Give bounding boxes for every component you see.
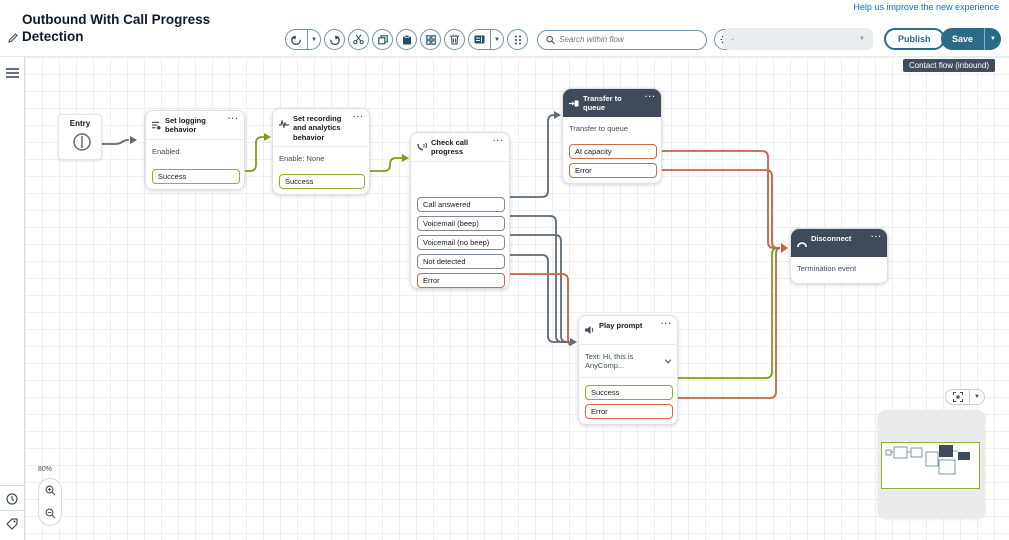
entry-node[interactable]: Entry [58, 114, 102, 160]
block-title: Play prompt [599, 321, 643, 330]
block-transfer-to-queue[interactable]: Transfer to queue ··· Transfer to queue … [562, 88, 662, 184]
speaker-icon [585, 322, 595, 340]
save-menu-caret[interactable]: ▼ [984, 28, 1002, 50]
disconnect-phone-icon [797, 235, 807, 253]
publish-button[interactable]: Publish [884, 28, 945, 50]
block-title: Transfer to queue [583, 94, 622, 113]
title-wrap: Outbound With Call Progress Detection [8, 12, 252, 46]
flow-type-badge: Contact flow (inbound) [902, 59, 995, 72]
toolbar: ▼ ▼ Search within flow [285, 29, 750, 50]
block-transfer-to-queue-header[interactable]: Transfer to queue ··· [563, 89, 661, 117]
block-set-recording-header[interactable]: Set recording and analytics behavior ··· [273, 109, 369, 148]
block-disconnect[interactable]: Disconnect ··· Termination event [790, 228, 888, 284]
minimap-viewport[interactable] [881, 442, 980, 489]
drag-handle-button[interactable] [507, 29, 528, 50]
port-at-capacity[interactable]: At capacity [569, 144, 657, 159]
app-header: Help us improve the new experience Outbo… [0, 0, 1009, 57]
arrange-grid-button[interactable] [420, 29, 441, 50]
analytics-icon [279, 115, 289, 133]
panel-toggle-button[interactable] [469, 30, 490, 49]
block-body-text: Termination event [797, 264, 857, 273]
rail-divider [0, 510, 25, 511]
fit-view-button[interactable] [946, 390, 969, 404]
block-set-logging-header[interactable]: Set logging behavior ··· [146, 111, 244, 140]
block-title: Set recording and analytics behavior [293, 114, 342, 142]
version-select-value: - [731, 34, 734, 44]
block-set-logging[interactable]: Set logging behavior ··· Enabled Success [145, 110, 245, 190]
block-menu-button[interactable]: ··· [871, 233, 882, 241]
block-body-text: Enable: None [279, 154, 325, 164]
block-body-text: Enabled [152, 147, 180, 156]
history-clock-icon[interactable] [6, 492, 18, 510]
block-disconnect-header[interactable]: Disconnect ··· [791, 229, 887, 257]
port-call-answered[interactable]: Call answered [417, 197, 505, 212]
undo-menu-caret[interactable]: ▼ [307, 30, 320, 49]
left-rail [0, 57, 25, 540]
minimap-menu-caret[interactable]: ▼ [969, 390, 984, 404]
zoom-out-button[interactable] [45, 508, 56, 519]
block-title: Check call progress [431, 138, 469, 157]
panel-toggle-control: ▼ [468, 29, 504, 50]
block-menu-button[interactable]: ··· [493, 137, 504, 145]
tag-icon[interactable] [6, 517, 18, 535]
copy-button[interactable] [372, 29, 393, 50]
redo-button[interactable] [324, 29, 345, 50]
block-menu-button[interactable]: ··· [661, 320, 672, 328]
edit-title-pencil-icon[interactable] [8, 30, 18, 48]
panel-menu-caret[interactable]: ▼ [490, 30, 503, 49]
delete-trash-button[interactable] [444, 29, 465, 50]
block-play-prompt-header[interactable]: Play prompt ··· [579, 316, 677, 345]
port-voicemail-no-beep[interactable]: Voicemail (no beep) [417, 235, 505, 250]
port-error[interactable]: Error [585, 404, 673, 419]
hamburger-menu-icon[interactable] [6, 65, 19, 83]
undo-button[interactable] [286, 30, 307, 49]
block-title: Disconnect [811, 234, 852, 243]
save-control: Save ▼ [941, 28, 1002, 50]
set-logging-icon [152, 117, 161, 135]
transfer-queue-icon [569, 95, 579, 113]
block-set-recording[interactable]: Set recording and analytics behavior ···… [272, 108, 370, 196]
cut-scissors-button[interactable] [348, 29, 369, 50]
block-play-prompt[interactable]: Play prompt ··· Text: Hi, this is AnyCom… [578, 315, 678, 425]
port-success[interactable]: Success [585, 385, 673, 400]
zoom-level-label: 80% [38, 466, 53, 473]
block-menu-button[interactable]: ··· [228, 115, 239, 123]
block-check-call-progress-header[interactable]: Check call progress ··· [411, 133, 509, 162]
block-menu-button[interactable]: ··· [353, 113, 364, 121]
entry-point-icon [73, 133, 91, 151]
call-progress-icon [417, 139, 428, 157]
block-check-call-progress[interactable]: Check call progress ··· Call answered Vo… [410, 132, 510, 289]
entry-label: Entry [69, 119, 91, 128]
minimap[interactable] [878, 410, 985, 518]
paste-button[interactable] [396, 29, 417, 50]
block-body-text: Transfer to queue [569, 124, 628, 133]
version-select[interactable]: - ▼ [723, 28, 873, 50]
page-title: Outbound With Call Progress Detection [22, 12, 211, 44]
prompt-text: Text: Hi, this is AnyComp... [585, 352, 634, 370]
help-link[interactable]: Help us improve the new experience [853, 2, 999, 12]
block-title: Set logging behavior [165, 116, 206, 135]
port-not-detected[interactable]: Not detected [417, 254, 505, 269]
version-select-caret-icon: ▼ [859, 36, 865, 42]
undo-control: ▼ [285, 29, 321, 50]
minimap-content [885, 445, 970, 475]
search-input[interactable] [559, 35, 698, 44]
block-menu-button[interactable]: ··· [645, 93, 656, 101]
search-icon [546, 35, 555, 44]
flow-search [537, 29, 707, 50]
rail-divider [0, 485, 25, 486]
save-button[interactable]: Save [941, 28, 985, 50]
port-error[interactable]: Error [417, 273, 505, 288]
port-voicemail-beep[interactable]: Voicemail (beep) [417, 216, 505, 231]
expand-chevron-icon[interactable] [664, 358, 671, 364]
port-success[interactable]: Success [279, 174, 365, 190]
port-error[interactable]: Error [569, 163, 657, 178]
zoom-controls [38, 478, 62, 526]
fit-view-control: ▼ [945, 389, 985, 405]
prompt-text-row[interactable]: Text: Hi, this is AnyComp... [579, 345, 677, 378]
port-success[interactable]: Success [152, 169, 240, 184]
zoom-in-button[interactable] [45, 485, 56, 496]
